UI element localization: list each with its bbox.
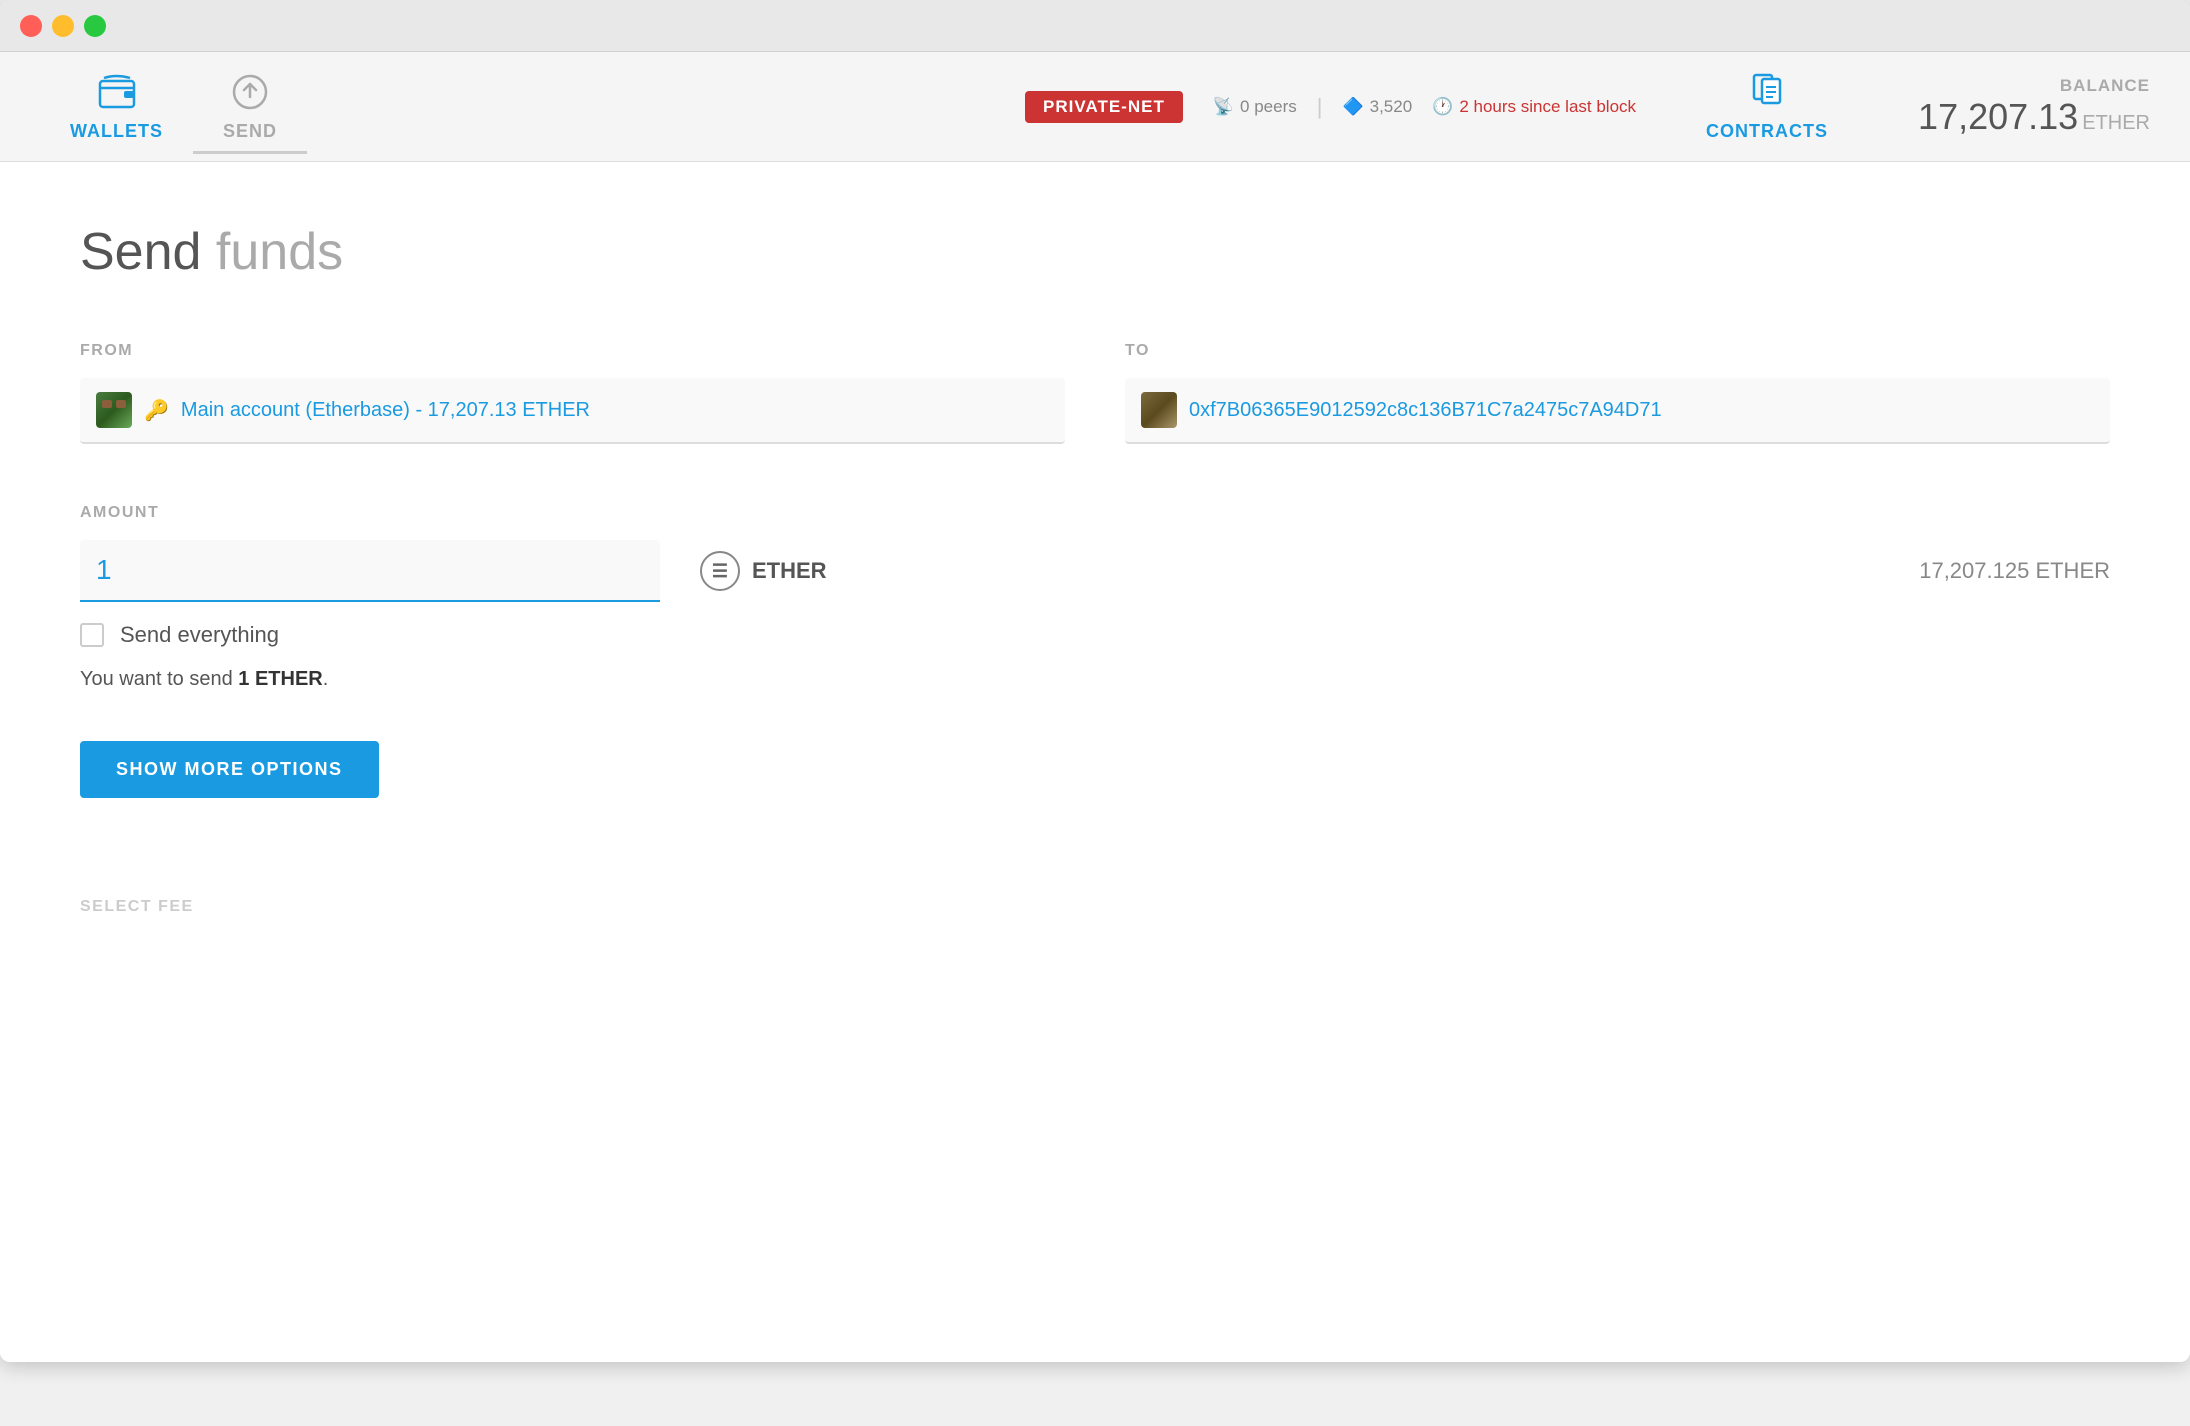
send-everything-checkbox[interactable] [80, 623, 104, 647]
amount-section: AMOUNT ☰ ETHER 17,207.125 ETHER Send eve… [80, 504, 2110, 691]
peers-label: 0 peers [1240, 97, 1297, 117]
amount-label: AMOUNT [80, 504, 2110, 522]
to-avatar [1141, 392, 1177, 428]
to-account-field[interactable]: 0xf7B06365E9012592c8c136B71C7a2475c7A94D… [1125, 378, 2110, 444]
peers-status: 📡 0 peers [1213, 97, 1297, 117]
network-badge: PRIVATE-NET [1025, 91, 1183, 123]
key-icon: 🔑 [144, 398, 169, 423]
page-title-light: funds [201, 223, 343, 281]
page-title: Send funds [80, 222, 2110, 282]
from-avatar [96, 392, 132, 428]
blocks-label: 3,520 [1370, 97, 1413, 117]
network-status: 📡 0 peers | 🔷 3,520 🕐 2 hours since last… [1213, 94, 1636, 120]
currency-selector[interactable]: ☰ ETHER [700, 551, 827, 591]
status-divider: | [1317, 94, 1323, 120]
wallets-label: WALLETS [70, 121, 163, 142]
clock-icon: 🕐 [1432, 97, 1453, 117]
summary-amount: 1 ETHER [238, 668, 322, 690]
from-group: FROM 🔑 Main account (Etherbase) - 17,207… [80, 342, 1065, 444]
traffic-lights [20, 15, 106, 37]
send-label: SEND [223, 121, 277, 142]
maximize-button[interactable] [84, 15, 106, 37]
navbar: WALLETS SEND PRIVATE-NET 📡 0 peers | 🔷 3… [0, 52, 2190, 162]
summary-suffix: . [323, 668, 329, 690]
send-icon [229, 71, 271, 113]
page-title-strong: Send [80, 223, 201, 281]
contracts-label: CONTRACTS [1706, 121, 1828, 142]
time-label: 2 hours since last block [1459, 97, 1636, 117]
blocks-icon: 🔷 [1342, 97, 1363, 117]
amount-row: ☰ ETHER 17,207.125 ETHER [80, 540, 2110, 602]
balance-label: BALANCE [1918, 76, 2150, 96]
to-label: TO [1125, 342, 2110, 360]
select-fee-label: SELECT FEE [80, 898, 2110, 916]
from-account-text: Main account (Etherbase) - 17,207.13 ETH… [181, 399, 590, 422]
minimize-button[interactable] [52, 15, 74, 37]
balance-amount: 17,207.13ETHER [1918, 96, 2150, 138]
send-everything-label: Send everything [120, 622, 279, 648]
peers-icon: 📡 [1213, 97, 1234, 117]
close-button[interactable] [20, 15, 42, 37]
wallets-icon [96, 71, 138, 113]
balance-section: BALANCE 17,207.13ETHER [1918, 76, 2150, 138]
from-to-section: FROM 🔑 Main account (Etherbase) - 17,207… [80, 342, 2110, 444]
to-address-text: 0xf7B06365E9012592c8c136B71C7a2475c7A94D… [1189, 399, 1662, 422]
balance-number: 17,207.13 [1918, 96, 2078, 137]
show-more-options-button[interactable]: SHOW MORE OPTIONS [80, 741, 379, 798]
from-label: FROM [80, 342, 1065, 360]
time-status: 🕐 2 hours since last block [1432, 97, 1636, 117]
available-balance: 17,207.125 ETHER [1919, 558, 2110, 584]
blocks-status: 🔷 3,520 [1342, 97, 1412, 117]
to-group: TO 0xf7B06365E9012592c8c136B71C7a2475c7A… [1125, 342, 2110, 444]
balance-unit: ETHER [2082, 112, 2150, 134]
amount-input[interactable] [80, 540, 660, 602]
title-bar [0, 0, 2190, 52]
currency-label: ETHER [752, 558, 827, 584]
nav-item-contracts[interactable]: CONTRACTS [1676, 59, 1858, 154]
amount-input-wrap [80, 540, 660, 602]
main-content: Send funds FROM 🔑 Main account (Etherbas… [0, 162, 2190, 1362]
summary-prefix: You want to send [80, 668, 238, 690]
send-everything-row: Send everything [80, 622, 2110, 648]
nav-item-wallets[interactable]: WALLETS [40, 59, 193, 154]
from-account-field[interactable]: 🔑 Main account (Etherbase) - 17,207.13 E… [80, 378, 1065, 444]
summary-text: You want to send 1 ETHER. [80, 668, 2110, 691]
contracts-icon [1746, 71, 1788, 113]
app-window: WALLETS SEND PRIVATE-NET 📡 0 peers | 🔷 3… [0, 0, 2190, 1362]
nav-item-send[interactable]: SEND [193, 59, 307, 154]
currency-icon: ☰ [700, 551, 740, 591]
